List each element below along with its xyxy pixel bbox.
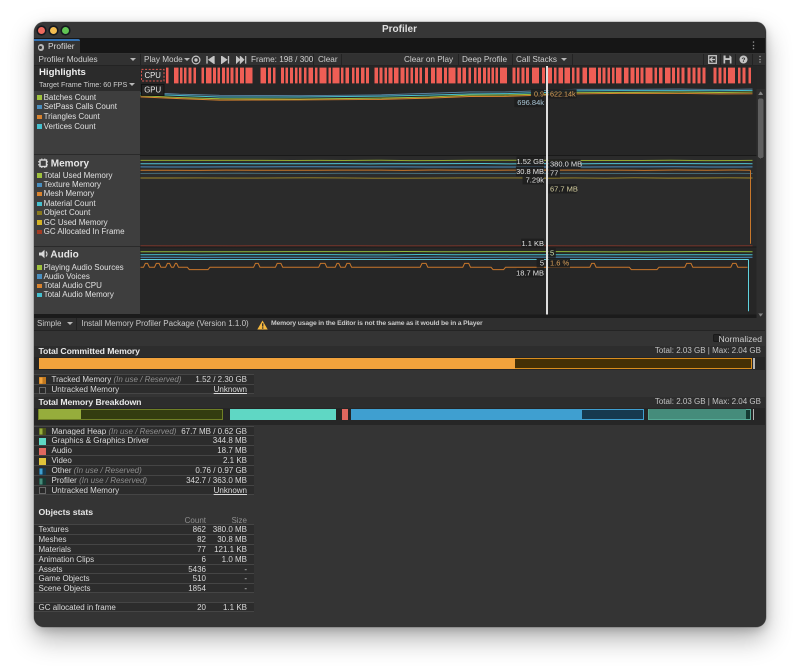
svg-text:7.29k: 7.29k [526,175,545,184]
svg-text:5: 5 [550,249,554,258]
svg-text:?: ? [742,57,746,64]
svg-text:CPU: CPU [144,71,161,80]
svg-text:5: 5 [540,259,544,268]
svg-text:0.9: 0.9 [534,90,544,99]
svg-text:77: 77 [550,169,558,178]
svg-text:18.7 MB: 18.7 MB [516,269,544,278]
svg-text:1.6 %: 1.6 % [550,259,570,268]
svg-text:GPU: GPU [144,86,161,95]
svg-text:1.52 GB: 1.52 GB [516,157,544,166]
svg-text:380.0 MB: 380.0 MB [550,160,582,169]
svg-text:622.14k: 622.14k [550,90,576,99]
svg-text:696.84k: 696.84k [517,98,544,107]
svg-text:67.7 MB: 67.7 MB [550,185,578,194]
svg-text:1.1 KB: 1.1 KB [521,239,544,248]
